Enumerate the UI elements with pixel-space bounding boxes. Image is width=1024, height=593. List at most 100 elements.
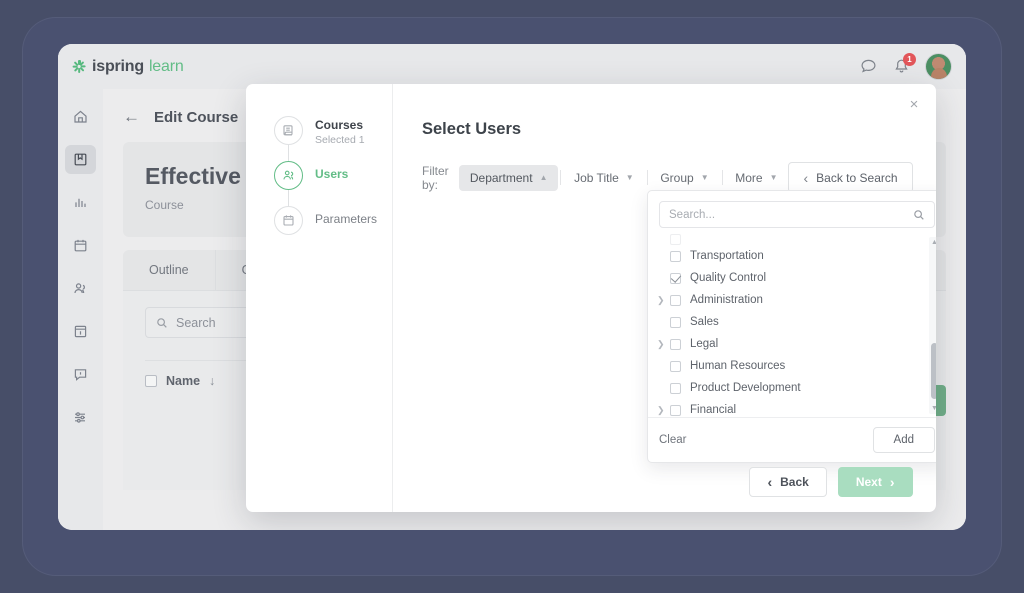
divider bbox=[646, 170, 648, 185]
chevron-left-icon: ‹ bbox=[803, 169, 809, 186]
back-to-search-label: Back to Search bbox=[816, 170, 898, 185]
list-item-label: Quality Control bbox=[690, 272, 767, 284]
list-item-checkbox[interactable] bbox=[670, 234, 681, 245]
filter-chip-label: More bbox=[735, 170, 763, 185]
app-logo[interactable]: ispring learn bbox=[72, 58, 184, 76]
list-item[interactable]: Quality Control bbox=[670, 267, 936, 289]
wizard-stepper: Courses Selected 1 Users Parameters bbox=[246, 84, 393, 512]
scroll-up-icon[interactable]: ▲ bbox=[929, 238, 936, 247]
dropdown-search-input[interactable] bbox=[669, 208, 913, 221]
chevron-left-icon: ‹ bbox=[767, 474, 773, 490]
list-item-checkbox[interactable] bbox=[670, 404, 681, 416]
column-header-name[interactable]: Name bbox=[166, 374, 200, 388]
list-item-label: Human Resources bbox=[690, 360, 786, 372]
search-icon bbox=[157, 317, 167, 328]
users-icon bbox=[274, 161, 303, 190]
sidebar-nav bbox=[58, 89, 103, 530]
list-item[interactable]: ❯ Financial bbox=[657, 399, 936, 417]
department-dropdown: Transportation Quality Control ❯ Adminis… bbox=[647, 190, 936, 463]
step-users[interactable]: Users bbox=[274, 161, 392, 206]
app-window: ispring learn 1 ← Edit Course Effective … bbox=[58, 44, 966, 530]
modal-footer: ‹ Back Next › bbox=[393, 452, 936, 512]
list-item-checkbox[interactable] bbox=[670, 338, 681, 350]
step-label: Parameters bbox=[315, 212, 378, 226]
filter-chip-job-title[interactable]: Job Title ▼ bbox=[563, 165, 645, 191]
sidebar-item-reports[interactable] bbox=[65, 188, 96, 217]
list-item-checkbox[interactable] bbox=[670, 360, 681, 372]
sidebar-item-settings[interactable] bbox=[65, 403, 96, 432]
chevron-up-icon: ▲ bbox=[539, 173, 548, 182]
step-sublabel: Selected 1 bbox=[315, 134, 365, 146]
list-item-checkbox[interactable] bbox=[670, 272, 681, 284]
back-button[interactable]: ‹ Back bbox=[749, 467, 827, 497]
notification-badge: 1 bbox=[903, 53, 916, 66]
list-item[interactable]: ❯ Legal bbox=[657, 333, 936, 355]
list-item-checkbox[interactable] bbox=[670, 316, 681, 328]
page-back-arrow[interactable]: ← bbox=[123, 107, 140, 127]
step-courses[interactable]: Courses Selected 1 bbox=[274, 116, 392, 161]
list-item[interactable]: Transportation bbox=[670, 245, 936, 267]
list-item-label bbox=[690, 234, 693, 245]
list-item[interactable]: Product Development bbox=[670, 377, 936, 399]
ispring-logo-icon bbox=[72, 59, 87, 74]
scroll-down-icon[interactable]: ▼ bbox=[929, 404, 936, 413]
sidebar-item-support[interactable] bbox=[65, 360, 96, 389]
clear-button[interactable]: Clear bbox=[659, 434, 686, 446]
filter-by-label: Filter by: bbox=[422, 163, 449, 192]
step-connector bbox=[288, 145, 290, 161]
list-item[interactable]: Sales bbox=[670, 311, 936, 333]
step-connector bbox=[288, 190, 290, 206]
dropdown-search-field[interactable] bbox=[659, 201, 935, 228]
list-item[interactable]: ❯ Administration bbox=[657, 289, 936, 311]
list-item-label: Legal bbox=[690, 338, 719, 350]
sidebar-item-courses[interactable] bbox=[65, 145, 96, 174]
add-button[interactable]: Add bbox=[872, 427, 935, 453]
sidebar-item-home[interactable] bbox=[65, 102, 96, 131]
tab-outline[interactable]: Outline bbox=[123, 250, 216, 290]
step-parameters[interactable]: Parameters bbox=[274, 206, 392, 251]
filter-chip-label: Group bbox=[660, 170, 694, 185]
step-label: Users bbox=[315, 167, 349, 181]
list-item-label: Administration bbox=[690, 294, 763, 306]
list-item-checkbox[interactable] bbox=[670, 294, 681, 306]
list-item-label: Transportation bbox=[690, 250, 764, 262]
app-topbar: ispring learn 1 bbox=[58, 44, 966, 89]
back-to-search-button[interactable]: ‹ Back to Search bbox=[788, 162, 913, 193]
filter-chip-department[interactable]: Department ▲ bbox=[458, 164, 559, 191]
avatar[interactable] bbox=[925, 53, 952, 80]
modal-main: Select Users Filter by: Department ▲ Job… bbox=[393, 84, 936, 512]
modal-title: Select Users bbox=[422, 120, 522, 138]
expand-arrow-icon[interactable]: ❯ bbox=[657, 405, 665, 416]
list-item-checkbox[interactable] bbox=[670, 250, 681, 262]
page-title: Edit Course bbox=[154, 108, 239, 126]
chat-icon[interactable] bbox=[859, 57, 878, 76]
filter-bar: Filter by: Department ▲ Job Title ▼ Grou… bbox=[422, 162, 913, 193]
sort-arrow-icon[interactable]: ↓ bbox=[209, 374, 215, 388]
filter-chip-label: Job Title bbox=[574, 170, 619, 185]
list-item-label: Financial bbox=[690, 404, 737, 416]
divider bbox=[721, 170, 723, 185]
step-label: Courses bbox=[315, 118, 364, 132]
filter-chip-more[interactable]: More ▼ bbox=[724, 165, 788, 191]
sidebar-item-calendar[interactable] bbox=[65, 231, 96, 260]
topbar-actions: 1 bbox=[859, 53, 952, 80]
step-courses-text: Courses Selected 1 bbox=[315, 116, 365, 146]
expand-arrow-icon[interactable]: ❯ bbox=[657, 339, 665, 350]
chevron-right-icon: › bbox=[889, 474, 895, 490]
bell-icon[interactable]: 1 bbox=[892, 53, 916, 76]
scrollbar-thumb[interactable] bbox=[931, 343, 936, 399]
list-item-checkbox[interactable] bbox=[670, 382, 681, 394]
logo-text-ispring: ispring bbox=[92, 57, 144, 75]
chevron-down-icon: ▼ bbox=[700, 173, 709, 182]
expand-arrow-icon[interactable]: ❯ bbox=[657, 295, 665, 306]
next-button-label: Next bbox=[855, 475, 882, 489]
list-item[interactable]: Human Resources bbox=[670, 355, 936, 377]
dropdown-list[interactable]: Transportation Quality Control ❯ Adminis… bbox=[648, 234, 936, 417]
filter-chip-group[interactable]: Group ▼ bbox=[649, 165, 719, 191]
sidebar-item-users[interactable] bbox=[65, 274, 96, 303]
select-all-checkbox[interactable] bbox=[145, 375, 157, 387]
dropdown-scrollbar[interactable]: ▲ ▼ bbox=[929, 237, 936, 414]
next-button[interactable]: Next › bbox=[837, 467, 913, 497]
sidebar-item-news[interactable] bbox=[65, 317, 96, 346]
list-item-partial[interactable] bbox=[670, 234, 936, 245]
